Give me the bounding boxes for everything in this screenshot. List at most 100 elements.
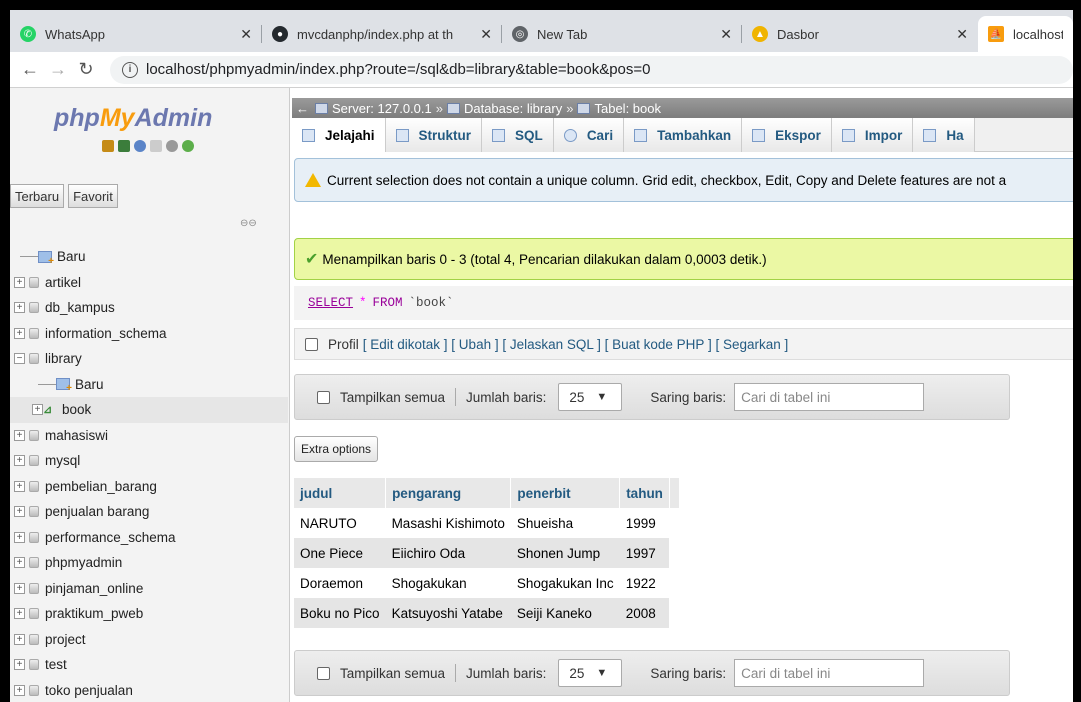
sql-select[interactable]: SELECT: [308, 296, 353, 310]
database-icon: [29, 684, 39, 696]
tab-new-tab[interactable]: ◎ New Tab ✕: [502, 16, 742, 52]
expand-icon[interactable]: +: [32, 404, 43, 416]
tree-item-db[interactable]: + pembelian_barang: [10, 474, 288, 500]
expand-icon[interactable]: +: [14, 480, 25, 492]
expand-icon[interactable]: +: [14, 429, 25, 441]
tree-item-db[interactable]: + mysql: [10, 448, 288, 474]
tab-whatsapp[interactable]: ✆ WhatsApp ✕: [10, 16, 262, 52]
tree-item-db[interactable]: + penjualan barang: [10, 499, 288, 525]
close-icon[interactable]: ✕: [240, 26, 252, 43]
expand-icon[interactable]: +: [14, 684, 25, 696]
expand-icon[interactable]: +: [14, 506, 25, 518]
filter-label: Saring baris:: [650, 389, 727, 405]
tab-dasbor[interactable]: ▲ Dasbor ✕: [742, 16, 978, 52]
browser-window: ✆ WhatsApp ✕ ● mvcdanphp/index.php at th…: [10, 10, 1073, 702]
reload-icon[interactable]: ↻: [72, 59, 100, 80]
expand-icon[interactable]: +: [14, 455, 25, 467]
tab-label: Ekspor: [775, 127, 821, 143]
crumb-server[interactable]: Server: 127.0.0.1: [332, 101, 432, 116]
tab-github[interactable]: ● mvcdanphp/index.php at th ✕: [262, 16, 502, 52]
tree-item-new[interactable]: Baru: [10, 244, 288, 270]
tab-browse[interactable]: Jelajahi: [292, 118, 386, 152]
crumb-database[interactable]: Database: library: [464, 101, 562, 116]
tree-item-db[interactable]: + db_kampus: [10, 295, 288, 321]
crumb-table[interactable]: Tabel: book: [594, 101, 661, 116]
rows-select[interactable]: 25 ▼: [558, 659, 623, 687]
tab-terbaru[interactable]: Terbaru: [10, 184, 65, 208]
tab-export[interactable]: Ekspor: [742, 118, 832, 152]
rows-label: Jumlah baris:: [466, 665, 547, 681]
tree-item-db[interactable]: + performance_schema: [10, 525, 288, 551]
expand-icon[interactable]: +: [14, 302, 25, 314]
back-icon[interactable]: ←: [16, 59, 44, 80]
tree-item-db[interactable]: + project: [10, 627, 288, 653]
tree-item-db[interactable]: + praktikum_pweb: [10, 601, 288, 627]
expand-icon[interactable]: +: [14, 327, 25, 339]
close-icon[interactable]: ✕: [956, 26, 968, 43]
tab-sql[interactable]: SQL: [482, 118, 554, 152]
expand-icon[interactable]: +: [14, 557, 25, 569]
help-icon[interactable]: [134, 140, 146, 152]
link-icon[interactable]: ⊖⊖: [240, 218, 257, 229]
expand-icon[interactable]: +: [14, 608, 25, 620]
tab-privileges[interactable]: Ha: [913, 118, 975, 152]
show-all-checkbox[interactable]: [317, 390, 330, 404]
tree-item-db[interactable]: + phpmyadmin: [10, 550, 288, 576]
profil-checkbox[interactable]: [305, 337, 318, 351]
close-icon[interactable]: ✕: [480, 26, 492, 43]
expand-icon[interactable]: +: [14, 582, 25, 594]
expand-icon[interactable]: +: [14, 633, 25, 645]
tab-structure[interactable]: Struktur: [385, 118, 483, 152]
navigation-panel: phpMyAdmin Terbaru Favorit ⊖⊖ Baru + arti…: [10, 88, 290, 702]
rows-value: 25: [569, 389, 585, 405]
tab-search[interactable]: Cari: [553, 118, 625, 152]
info-icon[interactable]: i: [122, 61, 138, 78]
column-header[interactable]: judul: [294, 478, 387, 508]
collapse-arrow-icon[interactable]: ←: [296, 101, 309, 116]
tab-import[interactable]: Impor: [831, 118, 914, 152]
query-links[interactable]: [ Edit dikotak ] [ Ubah ] [ Jelaskan SQL…: [363, 337, 788, 352]
column-header[interactable]: tahun: [619, 478, 670, 508]
tree-item-library-new[interactable]: Baru: [10, 372, 288, 398]
filter-input[interactable]: Cari di tabel ini: [734, 383, 925, 411]
rows-value: 25: [569, 665, 585, 681]
collapse-icon[interactable]: −: [14, 353, 25, 365]
expand-icon[interactable]: +: [14, 276, 25, 288]
tab-favorit[interactable]: Favorit: [68, 184, 118, 208]
docs-icon[interactable]: [150, 140, 162, 152]
refresh-icon[interactable]: [182, 140, 194, 152]
phpmyadmin-logo[interactable]: phpMyAdmin: [54, 104, 212, 133]
tree-item-book[interactable]: + ⊿ book: [10, 397, 288, 423]
rows-select[interactable]: 25 ▼: [558, 383, 623, 411]
tab-title: New Tab: [537, 26, 588, 42]
home-icon[interactable]: [102, 140, 114, 152]
table-cell: Shonen Jump: [510, 538, 620, 568]
tree-item-db[interactable]: + toko penjualan: [10, 678, 288, 702]
tab-phpmyadmin[interactable]: ⛵ localhost /: [978, 16, 1073, 52]
tree-item-db[interactable]: + test: [10, 652, 288, 678]
table-cell: Katsuyoshi Yatabe: [385, 598, 511, 628]
tree-label: library: [45, 351, 82, 367]
tree-item-library[interactable]: − library: [10, 346, 288, 372]
extra-options-button[interactable]: Extra options: [294, 436, 379, 462]
expand-icon[interactable]: +: [14, 659, 25, 671]
close-icon[interactable]: ✕: [720, 26, 732, 43]
breadcrumb: ← Server: 127.0.0.1 » Database: library …: [292, 98, 1073, 118]
tree-item-db[interactable]: + mahasiswi: [10, 423, 288, 449]
forward-icon[interactable]: →: [44, 59, 72, 80]
tree-item-db[interactable]: + pinjaman_online: [10, 576, 288, 602]
column-header[interactable]: penerbit: [510, 478, 621, 508]
warning-icon: [305, 173, 321, 187]
filter-input[interactable]: Cari di tabel ini: [734, 659, 925, 687]
tree-item-db[interactable]: + artikel: [10, 270, 288, 296]
url-field[interactable]: i localhost/phpmyadmin/index.php?route=/…: [110, 55, 1073, 84]
expand-icon[interactable]: +: [14, 531, 25, 543]
results-table: judul pengarang penerbit tahun NARUTO Ma…: [294, 478, 680, 628]
tree-item-db[interactable]: + information_schema: [10, 321, 288, 347]
column-header[interactable]: pengarang: [385, 478, 512, 508]
settings-icon[interactable]: [166, 140, 178, 152]
logo-php: php: [54, 104, 100, 132]
show-all-checkbox[interactable]: [317, 666, 330, 680]
exit-icon[interactable]: [118, 140, 130, 152]
tab-insert[interactable]: Tambahkan: [624, 118, 743, 152]
